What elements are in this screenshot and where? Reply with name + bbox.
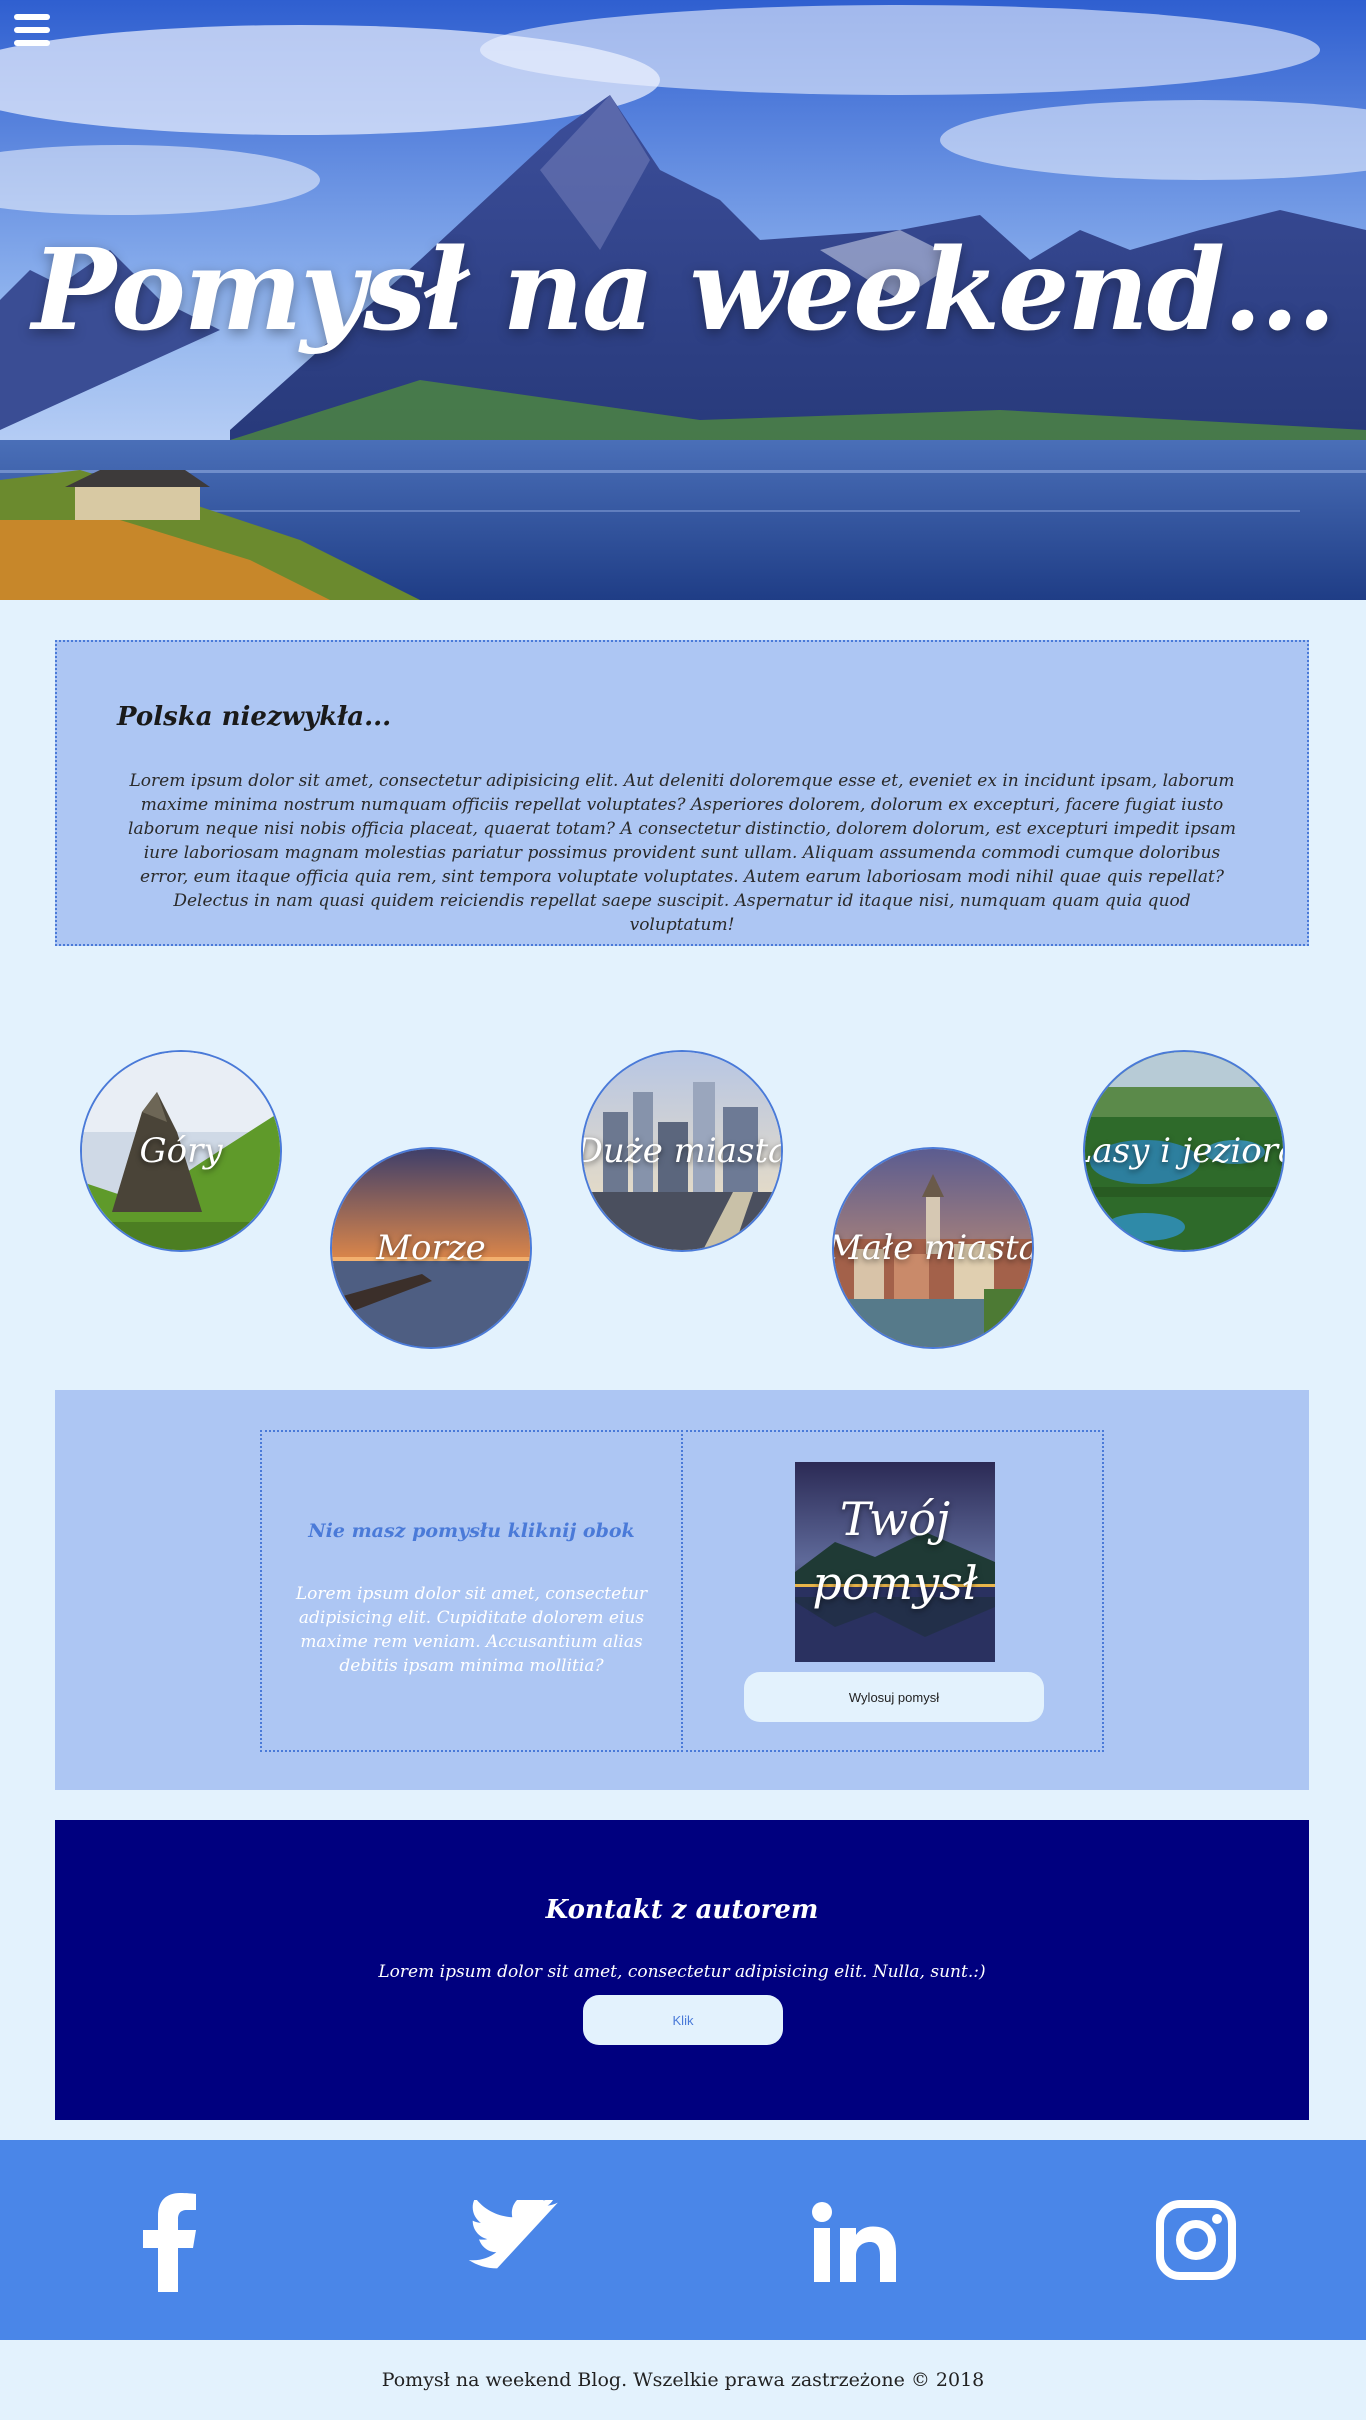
idea-image-label: Twój pomysł	[812, 1492, 978, 1610]
intro-section: Polska niezwykła... Lorem ipsum dolor si…	[55, 640, 1309, 946]
twitter-icon[interactable]	[465, 2200, 561, 2280]
contact-heading: Kontakt z autorem	[545, 1895, 819, 1925]
instagram-icon[interactable]	[1156, 2200, 1236, 2280]
category-small-towns[interactable]: Małe miasta	[832, 1147, 1034, 1349]
hero-title: Pomysł na weekend...	[31, 225, 1336, 356]
intro-heading: Polska niezwykła...	[117, 702, 392, 732]
category-sea-label: Morze	[376, 1228, 486, 1268]
category-mountains-label: Góry	[139, 1131, 223, 1171]
category-big-cities-label: Duże miasta	[581, 1131, 783, 1171]
idea-random-box: Twój pomysł Wylosuj pomysł	[681, 1430, 1104, 1752]
hero-banner: Pomysł na weekend...	[0, 0, 1366, 600]
idea-info-box: Nie masz pomysłu kliknij obok Lorem ipsu…	[260, 1430, 683, 1752]
category-sea[interactable]: Morze	[330, 1147, 532, 1349]
category-forests-lakes[interactable]: Lasy i jeziora	[1083, 1050, 1285, 1252]
idea-section: Nie masz pomysłu kliknij obok Lorem ipsu…	[55, 1390, 1309, 1790]
footer-text: Pomysł na weekend Blog. Wszelkie prawa z…	[381, 2369, 985, 2391]
idea-heading: Nie masz pomysłu kliknij obok	[308, 1520, 635, 1542]
footer: Pomysł na weekend Blog. Wszelkie prawa z…	[0, 2340, 1366, 2420]
idea-image: Twój pomysł	[795, 1462, 995, 1662]
contact-section: Kontakt z autorem Lorem ipsum dolor sit …	[55, 1820, 1309, 2120]
idea-text: Lorem ipsum dolor sit amet, consectetur …	[295, 1584, 648, 1676]
category-big-cities[interactable]: Duże miasta	[581, 1050, 783, 1252]
contact-button[interactable]: Klik	[583, 1995, 783, 2045]
linkedin-icon[interactable]	[812, 2202, 896, 2282]
facebook-icon[interactable]	[140, 2192, 200, 2292]
random-idea-button[interactable]: Wylosuj pomysł	[744, 1672, 1044, 1722]
social-bar	[0, 2140, 1366, 2340]
intro-text: Lorem ipsum dolor sit amet, consectetur …	[128, 771, 1236, 935]
category-mountains[interactable]: Góry	[80, 1050, 282, 1252]
category-forests-lakes-label: Lasy i jeziora	[1085, 1131, 1283, 1171]
category-small-towns-label: Małe miasta	[832, 1228, 1034, 1268]
hamburger-menu-icon[interactable]	[14, 14, 50, 54]
contact-text: Lorem ipsum dolor sit amet, consectetur …	[378, 1962, 986, 1982]
